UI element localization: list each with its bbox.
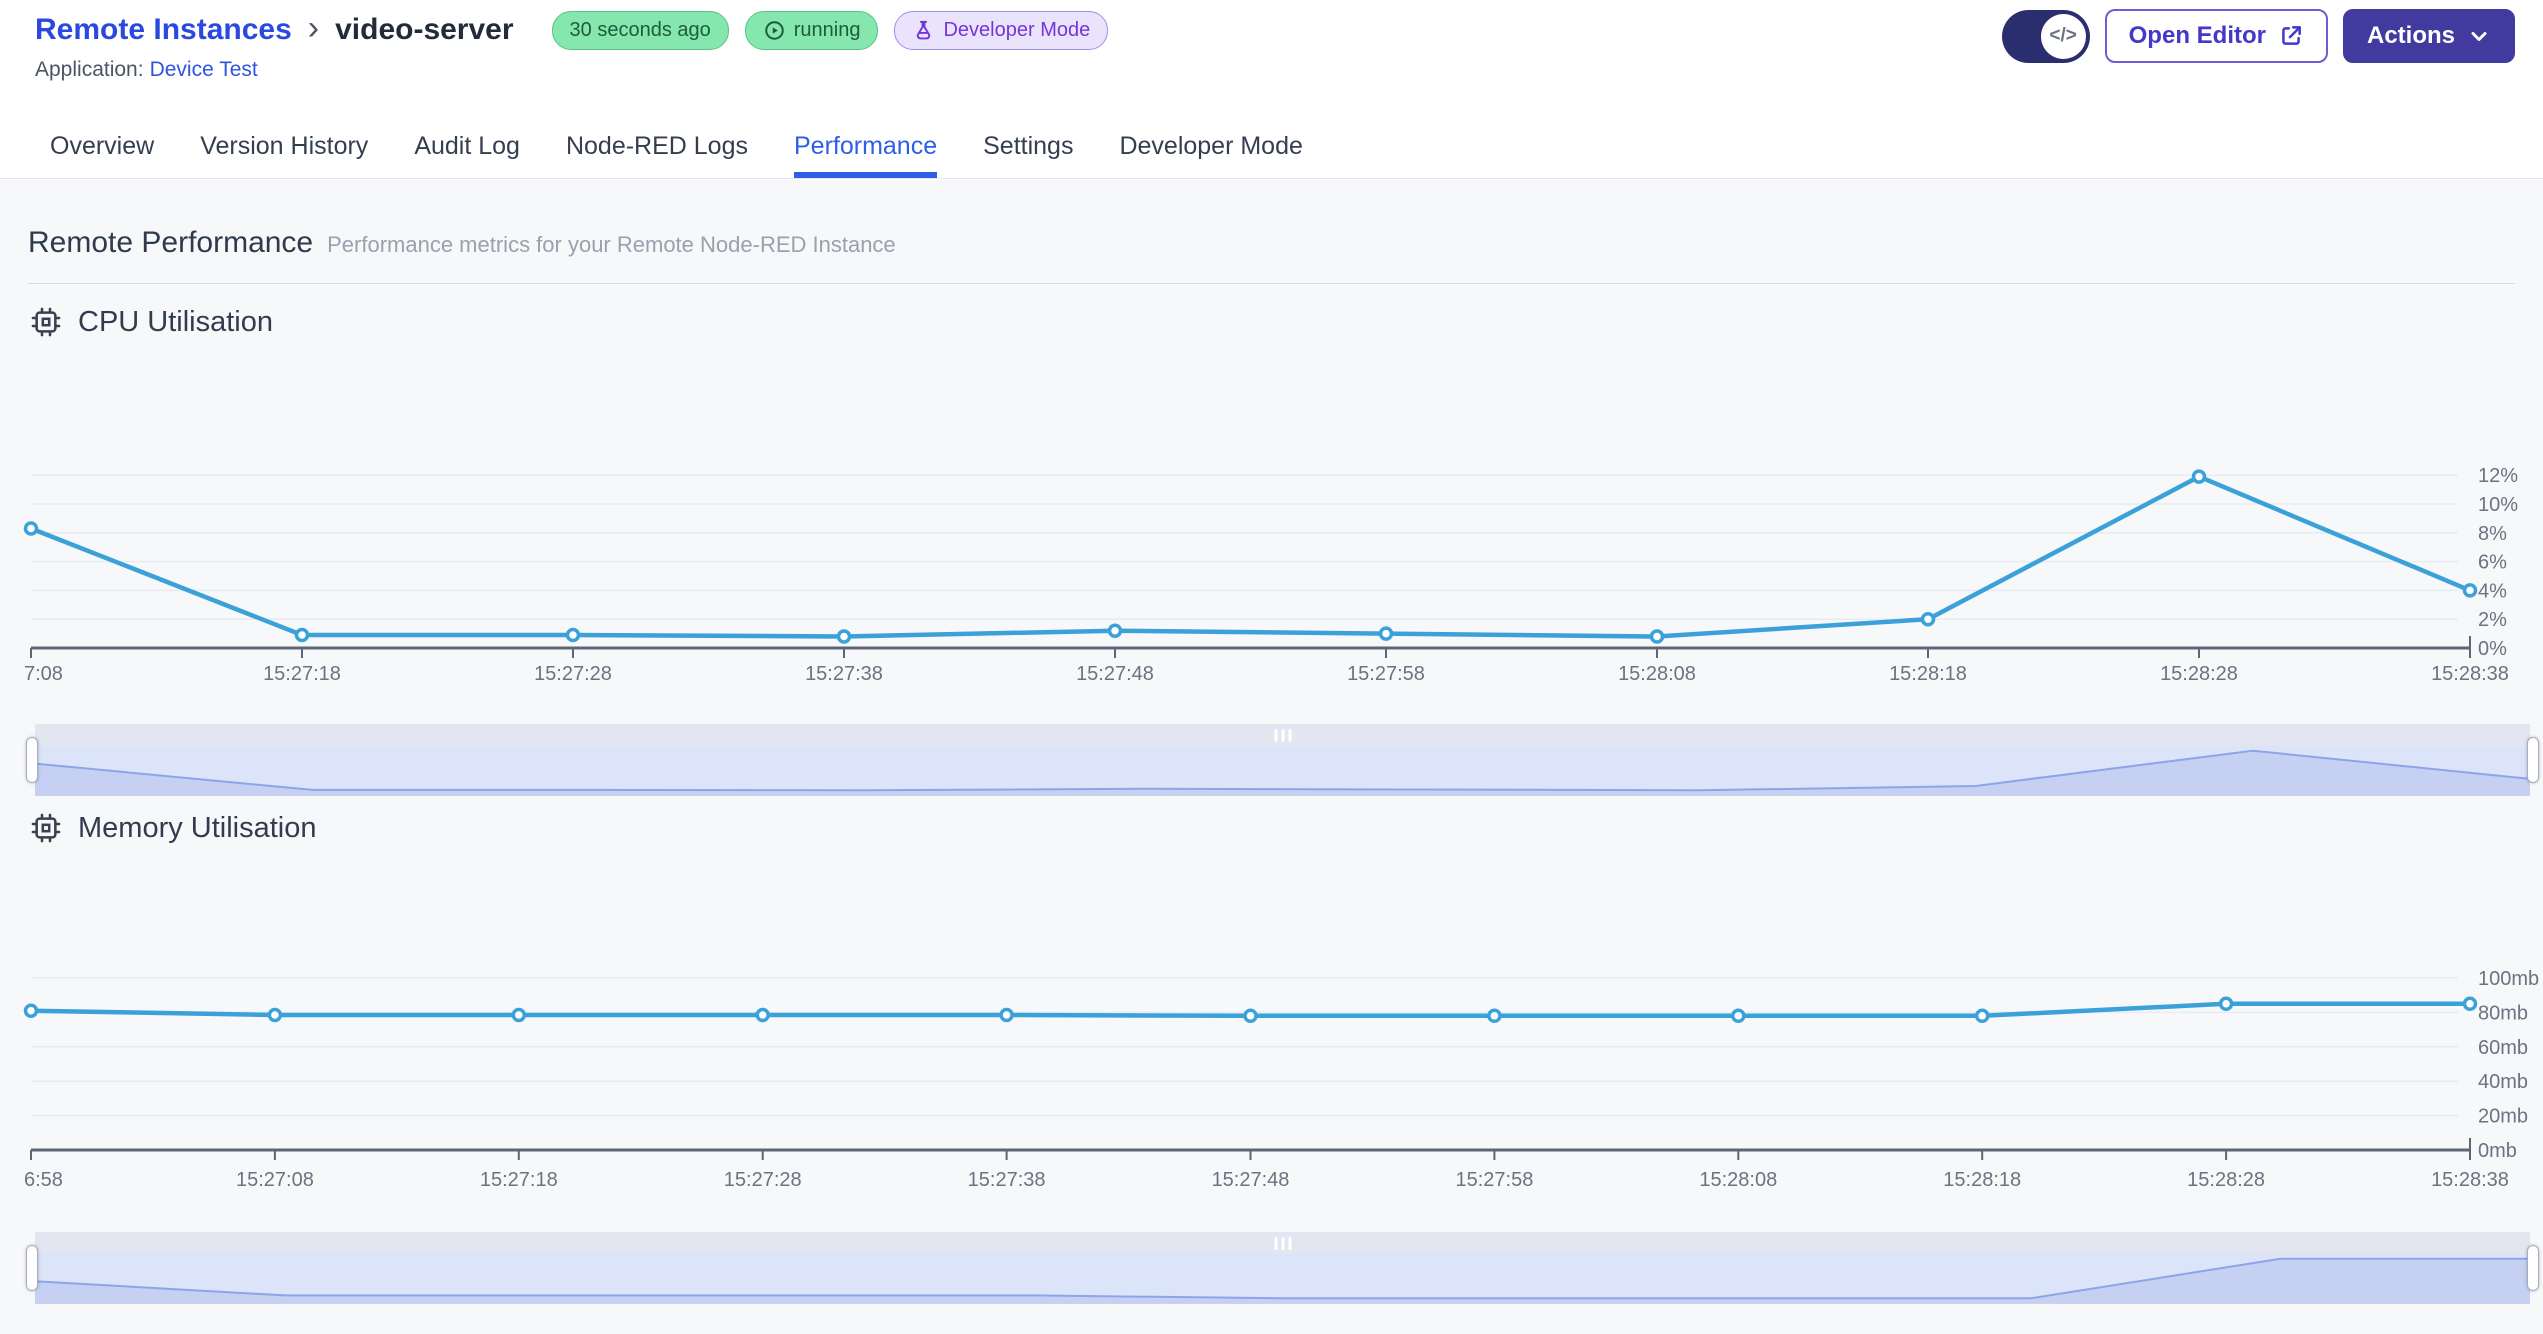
header: Remote Instances › video-server 30 secon… [0, 0, 2543, 115]
last-updated-badge: 30 seconds ago [551, 10, 729, 50]
memory-zoom-handle-right[interactable] [2527, 1245, 2539, 1291]
svg-text:12%: 12% [2478, 465, 2518, 487]
tab-bar: Overview Version History Audit Log Node-… [0, 115, 2543, 179]
svg-text:10%: 10% [2478, 494, 2518, 516]
cpu-utilisation-chart[interactable]: 0% 2% 4% 6% 8% 10% 12% 7:08 15:27:18 15:27:28 15:2… [0, 430, 2543, 690]
svg-text:15:27:18: 15:27:18 [263, 663, 341, 685]
tab-performance[interactable]: Performance [793, 115, 938, 178]
svg-text:15:27:38: 15:27:38 [968, 1169, 1046, 1191]
application-link[interactable]: Device Test [150, 58, 258, 81]
flask-icon [912, 19, 935, 42]
tab-overview[interactable]: Overview [50, 115, 154, 178]
page-subtitle: Performance metrics for your Remote Node… [327, 232, 896, 257]
svg-text:15:27:38: 15:27:38 [805, 663, 883, 685]
memory-zoom-handle-left[interactable] [26, 1245, 38, 1291]
svg-text:15:28:18: 15:28:18 [1943, 1169, 2021, 1191]
tab-audit-log[interactable]: Audit Log [414, 115, 520, 178]
svg-text:15:27:08: 15:27:08 [236, 1169, 314, 1191]
memory-utilisation-chart[interactable]: 0mb 20mb 40mb 60mb 80mb 100mb 6:58 15:27:08 15:2… [0, 940, 2543, 1200]
breadcrumb-link-remote-instances[interactable]: Remote Instances [35, 13, 292, 47]
tab-settings[interactable]: Settings [983, 115, 1073, 178]
performance-panel: Remote Performance Performance metrics f… [0, 180, 2543, 1334]
svg-text:15:27:48: 15:27:48 [1076, 663, 1154, 685]
svg-text:0mb: 0mb [2478, 1140, 2517, 1162]
cpu-zoom-grip-icon[interactable] [1274, 729, 1291, 742]
cpu-zoom-track[interactable] [35, 724, 2530, 746]
developer-mode-badge[interactable]: Developer Mode [894, 10, 1109, 50]
cpu-zoom-slider[interactable] [26, 724, 2539, 796]
application-label: Application: [35, 58, 144, 81]
cpu-section-heading: CPU Utilisation [30, 300, 273, 344]
memory-zoom-preview[interactable] [35, 1254, 2530, 1304]
chevron-down-icon [2467, 24, 2491, 48]
svg-text:15:27:28: 15:27:28 [724, 1169, 802, 1191]
actions-label: Actions [2366, 22, 2455, 49]
tab-version-history[interactable]: Version History [200, 115, 368, 178]
memory-zoom-slider[interactable] [26, 1232, 2539, 1304]
status-label: running [793, 18, 861, 41]
svg-text:60mb: 60mb [2478, 1037, 2528, 1059]
cpu-chip-icon [30, 306, 62, 338]
header-controls: </> Open Editor Actions [2001, 9, 2515, 63]
svg-text:15:28:28: 15:28:28 [2160, 663, 2238, 685]
external-link-icon [2278, 23, 2304, 49]
breadcrumb: Remote Instances › video-server 30 secon… [35, 6, 1109, 54]
svg-text:15:27:58: 15:27:58 [1455, 1169, 1533, 1191]
svg-text:15:28:38: 15:28:38 [2431, 663, 2509, 685]
svg-text:6:58: 6:58 [24, 1169, 63, 1191]
running-play-icon [763, 19, 786, 42]
memory-zoom-grip-icon[interactable] [1274, 1237, 1291, 1250]
cpu-zoom-handle-right[interactable] [2527, 737, 2539, 783]
svg-text:15:28:08: 15:28:08 [1618, 663, 1696, 685]
memory-section-heading: Memory Utilisation [30, 806, 317, 850]
svg-text:0%: 0% [2478, 638, 2507, 660]
cpu-zoom-handle-left[interactable] [26, 737, 38, 783]
breadcrumb-current-instance: video-server [335, 13, 514, 46]
tab-developer-mode[interactable]: Developer Mode [1119, 115, 1302, 178]
svg-text:80mb: 80mb [2478, 1002, 2528, 1024]
svg-text:15:28:28: 15:28:28 [2187, 1169, 2265, 1191]
memory-zoom-track[interactable] [35, 1232, 2530, 1254]
memory-section-title: Memory Utilisation [78, 811, 317, 844]
developer-mode-toggle[interactable]: </> [2001, 9, 2090, 63]
page-title: Remote Performance [28, 226, 314, 259]
svg-text:15:28:08: 15:28:08 [1699, 1169, 1777, 1191]
svg-text:6%: 6% [2478, 552, 2507, 574]
memory-chip-icon [30, 812, 62, 844]
application-row: Application: Device Test [35, 58, 258, 82]
divider [28, 283, 2515, 284]
svg-text:8%: 8% [2478, 523, 2507, 545]
open-editor-button[interactable]: Open Editor [2104, 9, 2328, 63]
svg-text:2%: 2% [2478, 609, 2507, 631]
breadcrumb-separator-icon: › [307, 9, 320, 47]
svg-text:15:28:18: 15:28:18 [1889, 663, 1967, 685]
tab-node-red-logs[interactable]: Node-RED Logs [566, 115, 748, 178]
svg-text:100mb: 100mb [2478, 968, 2539, 990]
open-editor-label: Open Editor [2128, 22, 2266, 49]
actions-button[interactable]: Actions [2342, 9, 2515, 63]
cpu-section-title: CPU Utilisation [78, 305, 273, 338]
svg-text:15:27:48: 15:27:48 [1212, 1169, 1290, 1191]
svg-text:15:27:58: 15:27:58 [1347, 663, 1425, 685]
svg-text:4%: 4% [2478, 580, 2507, 602]
svg-text:40mb: 40mb [2478, 1071, 2528, 1093]
badge-group: 30 seconds ago running Developer Mode [551, 10, 1109, 50]
svg-text:15:27:18: 15:27:18 [480, 1169, 558, 1191]
cpu-zoom-preview[interactable] [35, 746, 2530, 796]
developer-mode-label: Developer Mode [943, 18, 1091, 41]
status-badge: running [744, 10, 879, 50]
svg-text:15:28:38: 15:28:38 [2431, 1169, 2509, 1191]
svg-text:20mb: 20mb [2478, 1106, 2528, 1128]
svg-text:7:08: 7:08 [24, 663, 63, 685]
last-updated-label: 30 seconds ago [569, 18, 711, 41]
svg-text:15:27:28: 15:27:28 [534, 663, 612, 685]
page-head: Remote Performance Performance metrics f… [28, 226, 896, 260]
code-icon: </> [2040, 13, 2086, 59]
